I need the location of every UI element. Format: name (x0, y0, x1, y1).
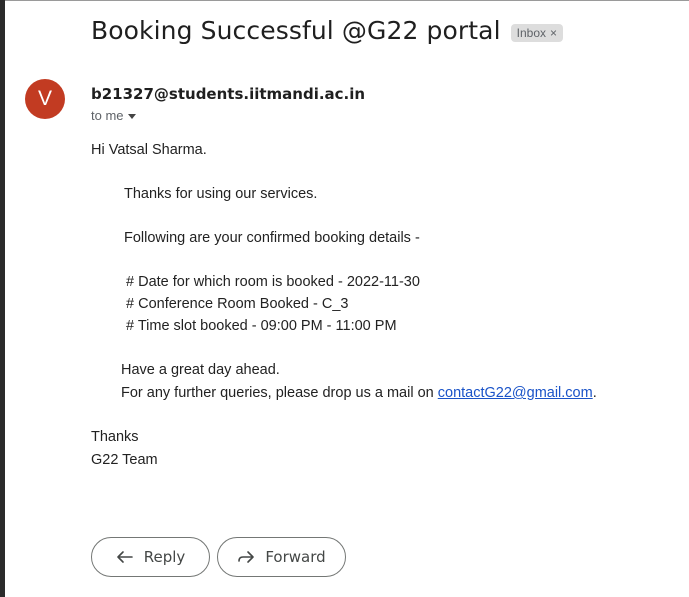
inbox-label-text: Inbox (516, 25, 546, 40)
closing-line-1: Have a great day ahead. (121, 362, 280, 378)
email-subject: Booking Successful @G22 portal (91, 16, 501, 45)
forward-label: Forward (265, 548, 326, 566)
thanks-line: Thanks for using our services. (124, 186, 318, 202)
detail-room: # Conference Room Booked - C_3 (126, 296, 349, 312)
chevron-down-icon[interactable] (127, 113, 136, 119)
email-view: Booking Successful @G22 portal Inbox × V… (0, 0, 689, 597)
reply-arrow-icon (116, 551, 133, 563)
recipient-details[interactable]: to me (91, 108, 136, 123)
sender-avatar[interactable]: V (25, 79, 65, 119)
signoff-team: G22 Team (91, 452, 158, 468)
reply-button[interactable]: Reply (91, 537, 210, 577)
detail-date: # Date for which room is booked - 2022-1… (126, 274, 420, 290)
closing-period: . (592, 385, 597, 401)
recipient-text: to me (91, 108, 124, 123)
forward-arrow-icon (238, 551, 255, 563)
avatar-letter: V (37, 87, 52, 110)
subject-row: Booking Successful @G22 portal Inbox × (91, 16, 564, 45)
forward-button[interactable]: Forward (217, 537, 346, 577)
top-divider (5, 0, 689, 1)
contact-email-link[interactable]: contactG22@gmail.com (438, 385, 593, 401)
closing-line-2: For any further queries, please drop us … (121, 385, 597, 401)
closing-text: For any further queries, please drop us … (121, 385, 438, 401)
sender-address[interactable]: b21327@students.iitmandi.ac.in (91, 85, 365, 103)
greeting: Hi Vatsal Sharma. (91, 142, 207, 158)
detail-time: # Time slot booked - 09:00 PM - 11:00 PM (126, 318, 397, 334)
signoff-thanks: Thanks (91, 429, 139, 445)
remove-label-icon[interactable]: × (550, 26, 557, 40)
reply-label: Reply (143, 548, 186, 566)
inbox-label-chip[interactable]: Inbox × (510, 23, 564, 42)
details-intro: Following are your confirmed booking det… (124, 230, 420, 246)
